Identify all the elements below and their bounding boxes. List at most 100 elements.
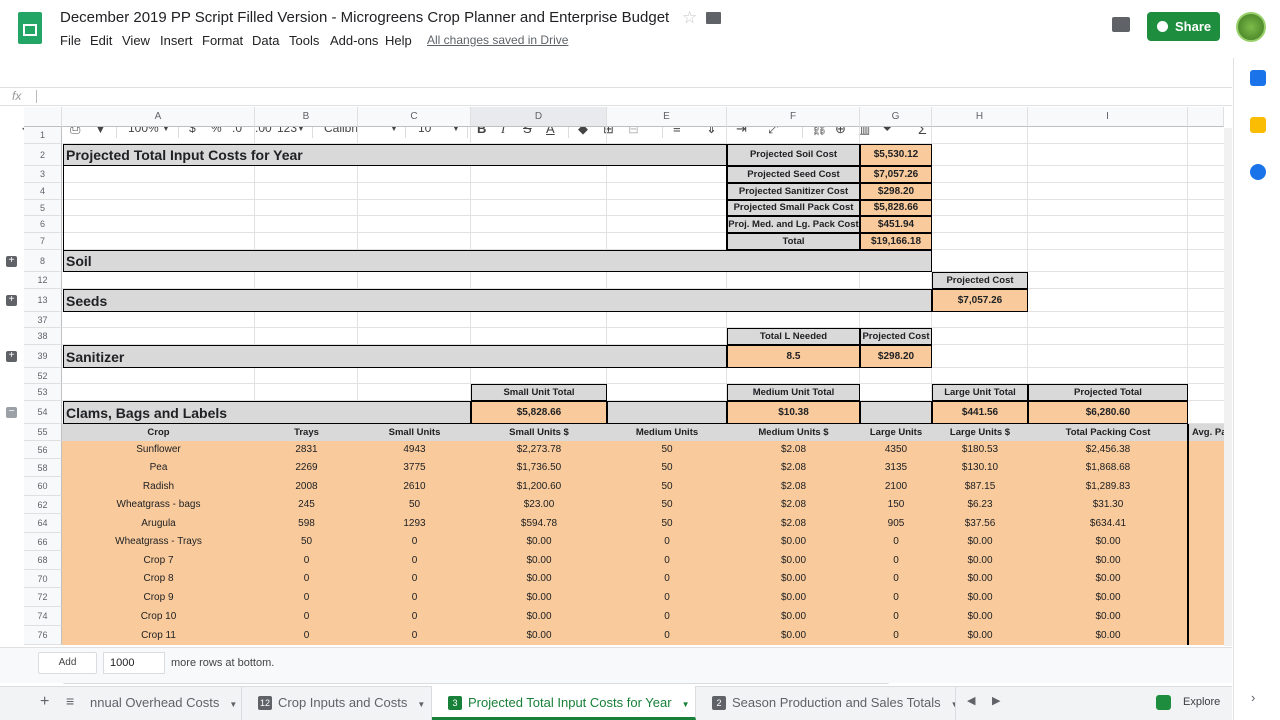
table-cell-r10-c7[interactable]: $0.00 [932,626,1028,645]
table-cell-r0-c4[interactable]: 50 [607,441,727,459]
menu-help[interactable]: Help [385,33,412,48]
table-cell-extra[interactable] [1188,459,1224,477]
table-cell-r9-c0[interactable]: Crop 10 [62,607,255,626]
table-cell-r2-c4[interactable]: 50 [607,477,727,496]
table-cell-r9-c3[interactable]: $0.00 [471,607,607,626]
all-sheets-icon[interactable]: ≡ [66,693,74,709]
table-cell-r4-c8[interactable]: $634.41 [1028,514,1188,533]
row-header-66[interactable]: 66 [24,533,62,551]
table-cell-r7-c2[interactable]: 0 [358,570,471,588]
table-cell-r4-c0[interactable]: Arugula [62,514,255,533]
table-cell-r10-c5[interactable]: $0.00 [727,626,860,645]
table-cell-r6-c2[interactable]: 0 [358,551,471,570]
row-header-74[interactable]: 74 [24,607,62,626]
table-cell-r4-c3[interactable]: $594.78 [471,514,607,533]
table-cell-r9-c6[interactable]: 0 [860,607,932,626]
table-cell-r0-c6[interactable]: 4350 [860,441,932,459]
table-cell-r1-c6[interactable]: 3135 [860,459,932,477]
table-cell-r10-c1[interactable]: 0 [255,626,358,645]
table-cell-r7-c4[interactable]: 0 [607,570,727,588]
vertical-scrollbar[interactable] [1224,128,1232,646]
row-header-1[interactable]: 1 [24,127,62,144]
table-cell-r5-c2[interactable]: 0 [358,533,471,551]
select-all-corner[interactable] [24,107,62,127]
calendar-icon[interactable] [1250,70,1266,86]
table-cell-r9-c1[interactable]: 0 [255,607,358,626]
tab-dropdown-icon[interactable]: ▼ [951,700,955,709]
menu-file[interactable]: File [60,33,81,48]
add-sheet-icon[interactable]: + [40,693,49,711]
table-cell-r8-c5[interactable]: $0.00 [727,588,860,607]
table-cell-r7-c1[interactable]: 0 [255,570,358,588]
table-cell-r7-c7[interactable]: $0.00 [932,570,1028,588]
table-cell-r1-c7[interactable]: $130.10 [932,459,1028,477]
table-cell-r10-c8[interactable]: $0.00 [1028,626,1188,645]
table-cell-r6-c3[interactable]: $0.00 [471,551,607,570]
explore-button[interactable]: Explore [1183,696,1220,708]
table-cell-r1-c5[interactable]: $2.08 [727,459,860,477]
table-cell-r10-c6[interactable]: 0 [860,626,932,645]
row-header-60[interactable]: 60 [24,477,62,496]
table-cell-r4-c5[interactable]: $2.08 [727,514,860,533]
table-cell-r3-c1[interactable]: 245 [255,496,358,514]
column-header-h[interactable]: H [932,107,1028,127]
table-cell-r1-c8[interactable]: $1,868.68 [1028,459,1188,477]
row-header-72[interactable]: 72 [24,588,62,607]
row-header-56[interactable]: 56 [24,441,62,459]
table-cell-r3-c6[interactable]: 150 [860,496,932,514]
row-header-12[interactable]: 12 [24,272,62,289]
table-cell-r1-c4[interactable]: 50 [607,459,727,477]
table-cell-r10-c2[interactable]: 0 [358,626,471,645]
table-cell-r6-c6[interactable]: 0 [860,551,932,570]
table-cell-r9-c2[interactable]: 0 [358,607,471,626]
table-cell-r2-c3[interactable]: $1,200.60 [471,477,607,496]
sheet-tab-0[interactable]: nnual Overhead Costs ▼ [90,686,242,720]
row-header-64[interactable]: 64 [24,514,62,533]
table-cell-r0-c3[interactable]: $2,273.78 [471,441,607,459]
table-cell-r5-c7[interactable]: $0.00 [932,533,1028,551]
share-button[interactable]: Share [1147,12,1220,41]
column-header-b[interactable]: B [255,107,358,127]
explore-icon[interactable] [1156,695,1171,710]
table-cell-r2-c7[interactable]: $87.15 [932,477,1028,496]
table-cell-r7-c0[interactable]: Crop 8 [62,570,255,588]
row-header-76[interactable]: 76 [24,626,62,645]
table-cell-extra[interactable] [1188,551,1224,570]
table-cell-r3-c4[interactable]: 50 [607,496,727,514]
row-header-13[interactable]: 13 [24,289,62,312]
keep-icon[interactable] [1250,117,1266,133]
row-header-6[interactable]: 6 [24,216,62,233]
expand-group-icon-8[interactable]: + [6,256,17,267]
table-cell-r2-c2[interactable]: 2610 [358,477,471,496]
sheet-tab-2[interactable]: 3 Projected Total Input Costs for Year ▼ [432,686,696,720]
row-header-39[interactable]: 39 [24,345,62,368]
tab-dropdown-icon[interactable]: ▼ [417,700,425,709]
row-header-4[interactable]: 4 [24,183,62,200]
save-status-link[interactable]: All changes saved in Drive [427,33,568,47]
table-cell-r2-c0[interactable]: Radish [62,477,255,496]
table-cell-r2-c8[interactable]: $1,289.83 [1028,477,1188,496]
table-cell-r10-c4[interactable]: 0 [607,626,727,645]
row-header-68[interactable]: 68 [24,551,62,570]
table-cell-r8-c7[interactable]: $0.00 [932,588,1028,607]
row-header-54[interactable]: 54 [24,401,62,424]
menu-edit[interactable]: Edit [90,33,112,48]
table-cell-r5-c3[interactable]: $0.00 [471,533,607,551]
column-header-f[interactable]: F [727,107,860,127]
table-cell-r0-c2[interactable]: 4943 [358,441,471,459]
table-cell-r4-c6[interactable]: 905 [860,514,932,533]
table-cell-r0-c1[interactable]: 2831 [255,441,358,459]
table-cell-r6-c0[interactable]: Crop 7 [62,551,255,570]
row-header-38[interactable]: 38 [24,328,62,345]
row-header-7[interactable]: 7 [24,233,62,250]
sheet-tab-1[interactable]: 12 Crop Inputs and Costs ▼ [242,686,432,720]
menu-tools[interactable]: Tools [289,33,319,48]
table-cell-r6-c8[interactable]: $0.00 [1028,551,1188,570]
row-header-8[interactable]: 8 [24,250,62,272]
table-cell-r5-c8[interactable]: $0.00 [1028,533,1188,551]
table-cell-r4-c2[interactable]: 1293 [358,514,471,533]
star-icon[interactable]: ☆ [682,8,697,28]
table-cell-r4-c1[interactable]: 598 [255,514,358,533]
row-header-52[interactable]: 52 [24,368,62,384]
table-cell-r8-c4[interactable]: 0 [607,588,727,607]
